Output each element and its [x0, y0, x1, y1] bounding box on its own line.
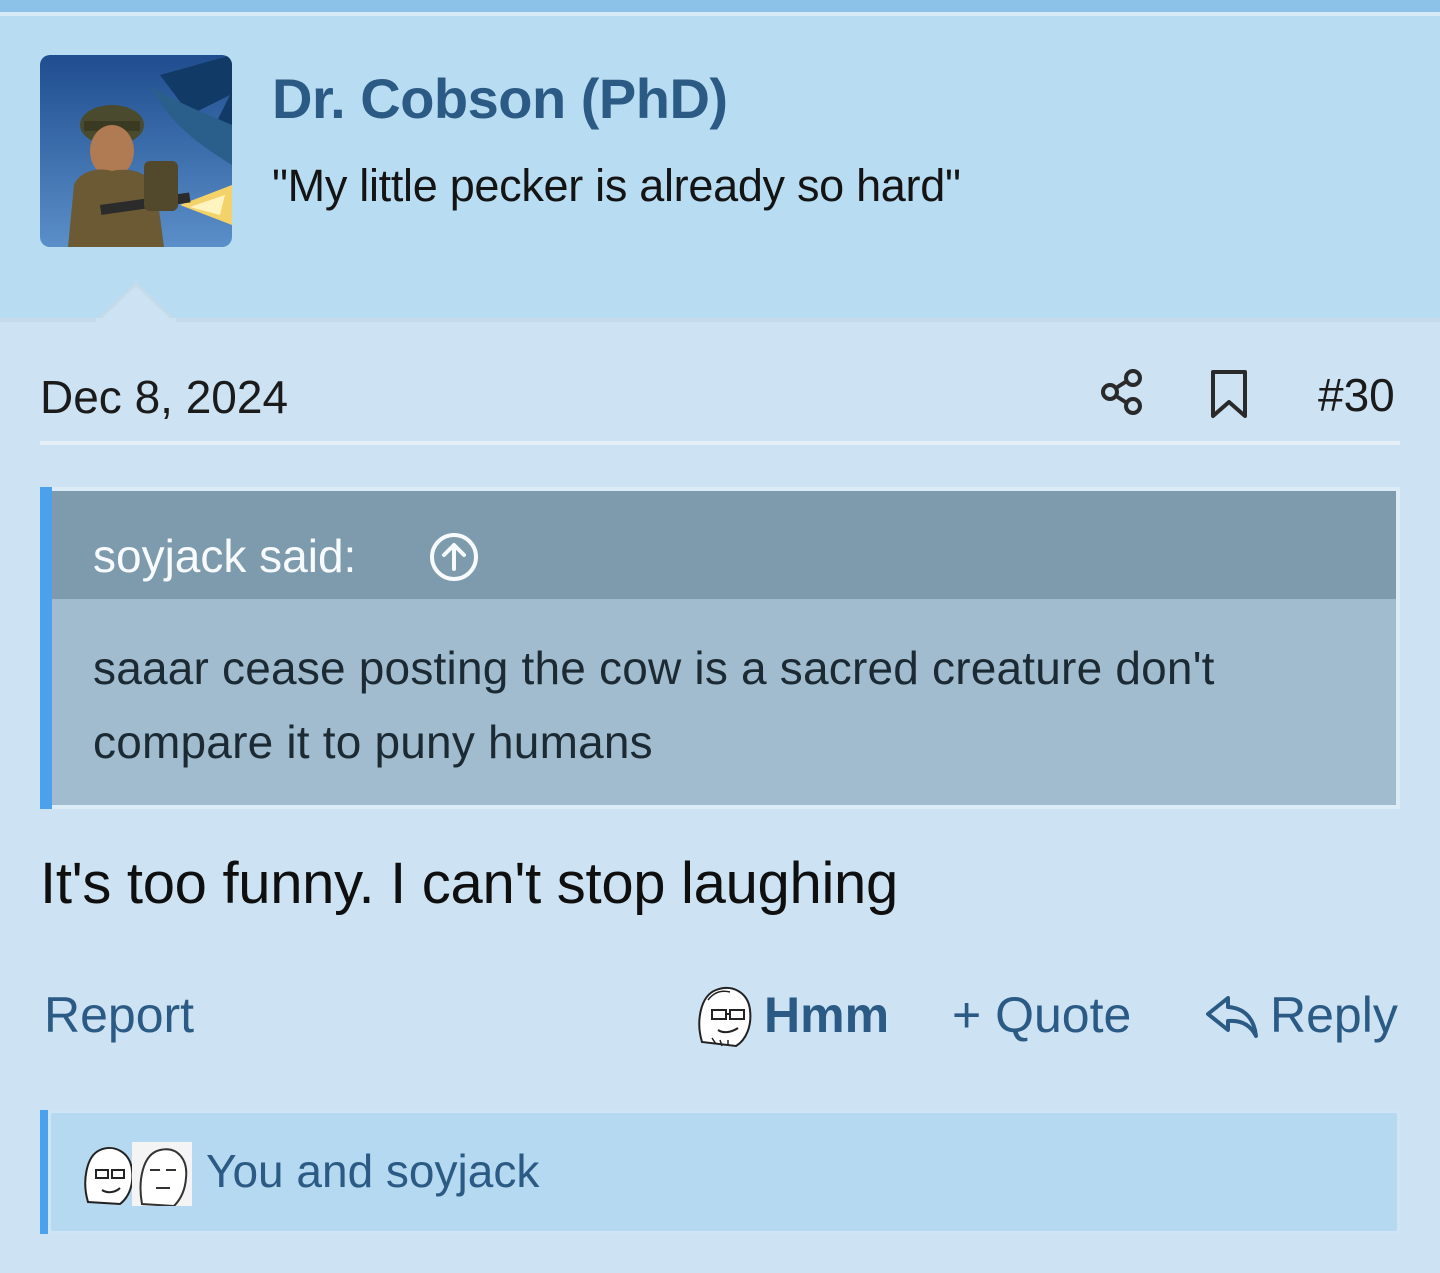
quote-header: soyjack said:: [52, 491, 1396, 599]
quote-accent-bar: [40, 487, 52, 809]
quote-button[interactable]: + Quote: [952, 986, 1131, 1044]
reactions-summary[interactable]: You and soyjack: [206, 1144, 539, 1198]
reactions-accent-bar: [40, 1110, 48, 1234]
reply-button[interactable]: Reply: [1270, 986, 1398, 1044]
quote-body: saaar cease posting the cow is a sacred …: [52, 599, 1396, 805]
author-title: "My little pecker is already so hard": [272, 160, 961, 211]
reply-arrow-icon[interactable]: [1204, 994, 1260, 1040]
post-message: It's too funny. I can't stop laughing: [40, 851, 898, 916]
bookmark-icon[interactable]: [1208, 368, 1250, 420]
wojak-face-icon: [132, 1142, 192, 1206]
share-icon[interactable]: [1098, 368, 1146, 416]
post-number[interactable]: #30: [1318, 368, 1395, 422]
soyjak-face-icon: [84, 1147, 134, 1206]
post-date[interactable]: Dec 8, 2024: [40, 370, 288, 424]
reactions-bar[interactable]: You and soyjack: [40, 1110, 1400, 1234]
author-name[interactable]: Dr. Cobson (PhD): [272, 66, 728, 131]
soyjak-face-icon[interactable]: [692, 982, 756, 1048]
quote-author[interactable]: soyjack said:: [93, 529, 356, 583]
report-link[interactable]: Report: [44, 986, 194, 1044]
avatar[interactable]: [40, 55, 232, 247]
quote-text: saaar cease posting the cow is a sacred …: [93, 642, 1215, 768]
post-divider: [40, 441, 1400, 445]
quote-block: soyjack said: saaar cease posting the co…: [40, 487, 1400, 809]
header-pointer: [96, 282, 176, 324]
arrow-up-circle-icon[interactable]: [428, 531, 480, 583]
top-bar: [0, 0, 1440, 12]
header-border: [0, 318, 1440, 322]
reaction-button[interactable]: Hmm: [764, 986, 889, 1044]
